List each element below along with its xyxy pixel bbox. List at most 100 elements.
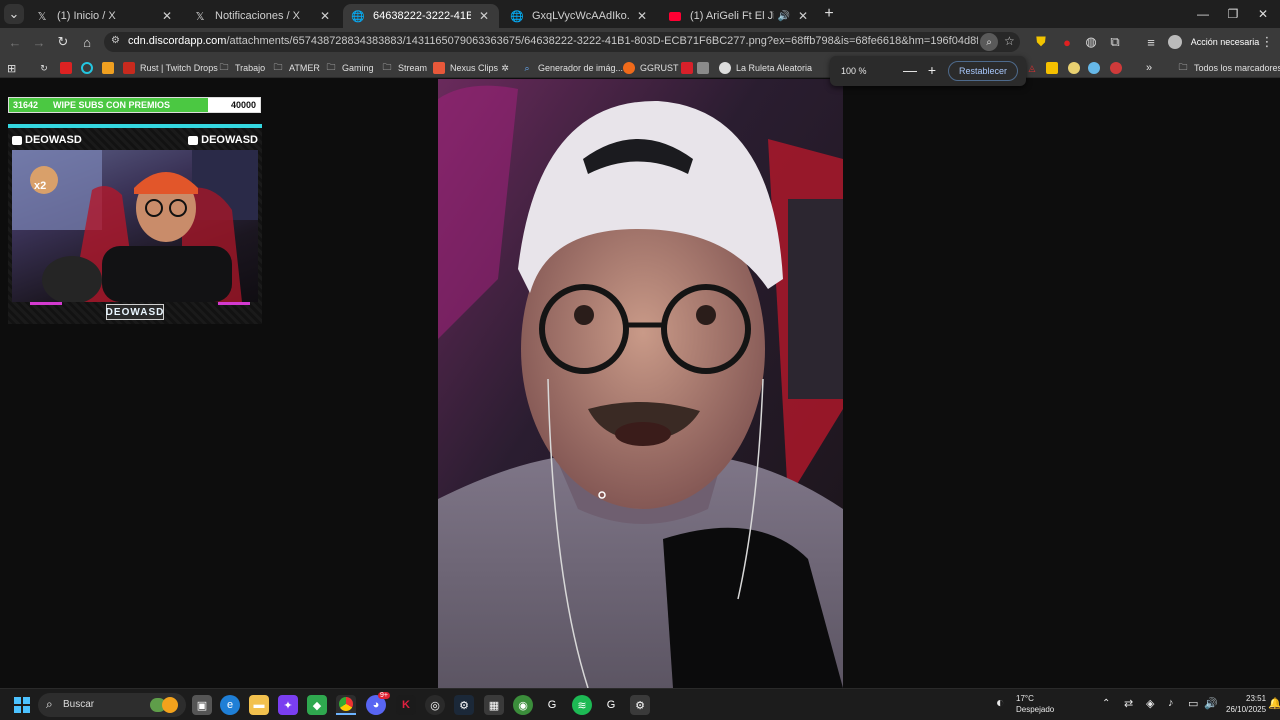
speaker-icon[interactable]: 🔊: [778, 11, 790, 22]
tab-discord-attachment[interactable]: 🌐 64638222-3222-41B1-803D-EC ✕: [343, 4, 499, 28]
close-icon[interactable]: ✕: [477, 9, 491, 23]
site-info-icon[interactable]: ⚙: [111, 35, 120, 46]
bookmark-ext-3[interactable]: [1068, 60, 1085, 76]
bookmark-star-icon[interactable]: ☆: [1004, 34, 1015, 48]
notification-bell-icon[interactable]: 🔔: [1268, 697, 1280, 710]
bookmark-ext-5[interactable]: [1110, 60, 1127, 76]
gamepad-app-icon[interactable]: ◆: [307, 695, 327, 715]
zoom-reset-button[interactable]: Restablecer: [948, 61, 1018, 81]
orange-icon: [102, 62, 114, 74]
tray-expand-icon[interactable]: ⌃: [1102, 698, 1110, 709]
copilot-icon[interactable]: ✦: [278, 695, 298, 715]
nvidia-icon[interactable]: ◉: [513, 695, 533, 715]
tab-inicio-x[interactable]: 𝕏 (1) Inicio / X ✕: [27, 4, 182, 28]
bookmark-red[interactable]: [60, 60, 77, 76]
microphone-icon[interactable]: ♪: [1168, 697, 1174, 709]
refresh-icon: ↻: [40, 62, 48, 73]
shield-extension-icon[interactable]: ⛊: [1030, 32, 1052, 52]
security-icon[interactable]: ◈: [1146, 697, 1154, 710]
close-icon[interactable]: ✕: [318, 9, 332, 23]
apps-grid-icon[interactable]: ⊞: [7, 60, 16, 76]
clock-date[interactable]: 26/10/2025: [1226, 705, 1266, 714]
bookmark-openai[interactable]: ✲: [499, 60, 516, 76]
bookmark-la-ruleta-aleatoria[interactable]: La Ruleta Aleatoria: [719, 60, 812, 76]
g-hub-icon[interactable]: G: [542, 695, 562, 715]
app-grid-icon[interactable]: ▦: [484, 695, 504, 715]
bookmark-grey[interactable]: [697, 60, 714, 76]
close-icon[interactable]: ✕: [635, 9, 649, 23]
bookmark-folder-atmer[interactable]: 🗀 ATMER: [272, 60, 319, 76]
puzzle-extensions-icon[interactable]: ⧉: [1104, 32, 1126, 52]
taskbar-search[interactable]: ⌕ Buscar: [38, 693, 186, 717]
task-view-icon[interactable]: ▣: [192, 695, 212, 715]
zoom-level: 100 %: [841, 66, 867, 76]
spotify-icon[interactable]: ≋: [572, 695, 592, 715]
bookmark-ext-4[interactable]: [1088, 60, 1105, 76]
bookmark-ggrust[interactable]: GGRUST: [623, 60, 679, 76]
chrome-icon[interactable]: [336, 695, 356, 715]
windows-start-icon[interactable]: [12, 695, 32, 715]
file-explorer-icon[interactable]: ▬: [249, 695, 269, 715]
app-k-icon[interactable]: K: [396, 695, 416, 715]
cam-frame-accent: [8, 124, 262, 128]
webcam-scene: [12, 150, 258, 302]
tab-title: (1) Inicio / X: [57, 10, 116, 22]
close-window-button[interactable]: ✕: [1248, 4, 1278, 24]
menu-kebab-icon[interactable]: ⋮: [1256, 32, 1278, 52]
displayed-image[interactable]: [438, 79, 843, 688]
media-controls-icon[interactable]: ≡: [1140, 32, 1162, 52]
bookmark-rust-twitch-drops[interactable]: Rust | Twitch Drops: [123, 60, 218, 76]
bookmark-label: Stream: [398, 63, 428, 73]
profile-action-button[interactable]: Acción necesaria: [1190, 32, 1260, 52]
g-app-icon[interactable]: G: [601, 695, 621, 715]
home-button[interactable]: ⌂: [76, 32, 98, 52]
zoom-icon[interactable]: ⌕: [980, 33, 998, 51]
forward-button[interactable]: →: [28, 32, 50, 52]
clock-time[interactable]: 23:51: [1246, 694, 1266, 703]
tab-jpg-image[interactable]: 🌐 GxqLVycWcAAdIko.jpg (453×6 ✕: [502, 4, 657, 28]
back-button[interactable]: ←: [4, 32, 26, 52]
extension-icon[interactable]: ◍: [1080, 32, 1102, 52]
tab-notificaciones-x[interactable]: 𝕏 Notificaciones / X ✕: [185, 4, 340, 28]
bookmark-folder-stream[interactable]: 🗀 Stream: [381, 60, 427, 76]
minimize-button[interactable]: —: [1188, 4, 1218, 24]
address-bar[interactable]: ⚙ cdn.discordapp.com/attachments/6574387…: [104, 32, 1020, 52]
bookmark-folder-trabajo[interactable]: 🗀 Trabajo: [218, 60, 265, 76]
bookmark-ext-1[interactable]: ◬: [1026, 60, 1043, 76]
nexus-icon: [433, 62, 445, 74]
bookmark-ext-2[interactable]: [1046, 60, 1063, 76]
obs-icon[interactable]: ◎: [425, 695, 445, 715]
tab-title: Notificaciones / X: [215, 10, 300, 22]
bookmark-orange[interactable]: [102, 60, 119, 76]
weather-desc[interactable]: Despejado: [1016, 705, 1054, 714]
edge-icon[interactable]: e: [220, 695, 240, 715]
tab-search-chevron-icon[interactable]: ⌄: [4, 4, 24, 24]
close-icon[interactable]: ✕: [160, 9, 174, 23]
reload-button[interactable]: ↻: [52, 32, 74, 52]
zoom-out-button[interactable]: —: [902, 62, 918, 78]
record-extension-icon[interactable]: ●: [1056, 32, 1078, 52]
bookmark-nexus-clips[interactable]: Nexus Clips: [433, 60, 498, 76]
new-tab-button[interactable]: +: [818, 4, 840, 24]
weather-temp[interactable]: 17°C: [1016, 694, 1034, 703]
bookmark-cyan[interactable]: [81, 60, 98, 76]
avatar[interactable]: [1164, 32, 1186, 52]
more-bookmarks-chevron-icon[interactable]: »: [1146, 60, 1152, 76]
restore-button[interactable]: ❐: [1218, 4, 1248, 24]
volume-icon[interactable]: 🔊: [1204, 697, 1218, 710]
zoom-in-button[interactable]: +: [924, 62, 940, 78]
url-text[interactable]: cdn.discordapp.com/attachments/657438728…: [128, 35, 978, 47]
tab-youtube-video[interactable]: (1) AriGeli Ft El Jincho - Lo 🔊 ✕: [660, 4, 818, 28]
steam-icon[interactable]: ⚙: [454, 695, 474, 715]
close-icon[interactable]: ✕: [796, 9, 810, 23]
bookmark-refresh[interactable]: ↻: [38, 60, 55, 76]
settings-icon[interactable]: ⚙: [630, 695, 650, 715]
bookmark-generador-imagenes[interactable]: ⌕ Generador de imág...: [521, 60, 623, 76]
bookmark-label: Generador de imág...: [538, 63, 624, 73]
bookmark-red-2[interactable]: [681, 60, 698, 76]
sync-icon[interactable]: ⇄: [1124, 697, 1133, 710]
bookmark-folder-gaming[interactable]: 🗀 Gaming: [325, 60, 373, 76]
bookmark-todos-los-marcadores[interactable]: 🗀 Todos los marcadores: [1177, 60, 1280, 76]
network-icon[interactable]: ▭: [1188, 697, 1198, 710]
airbnb-icon: ◬: [1028, 62, 1036, 73]
